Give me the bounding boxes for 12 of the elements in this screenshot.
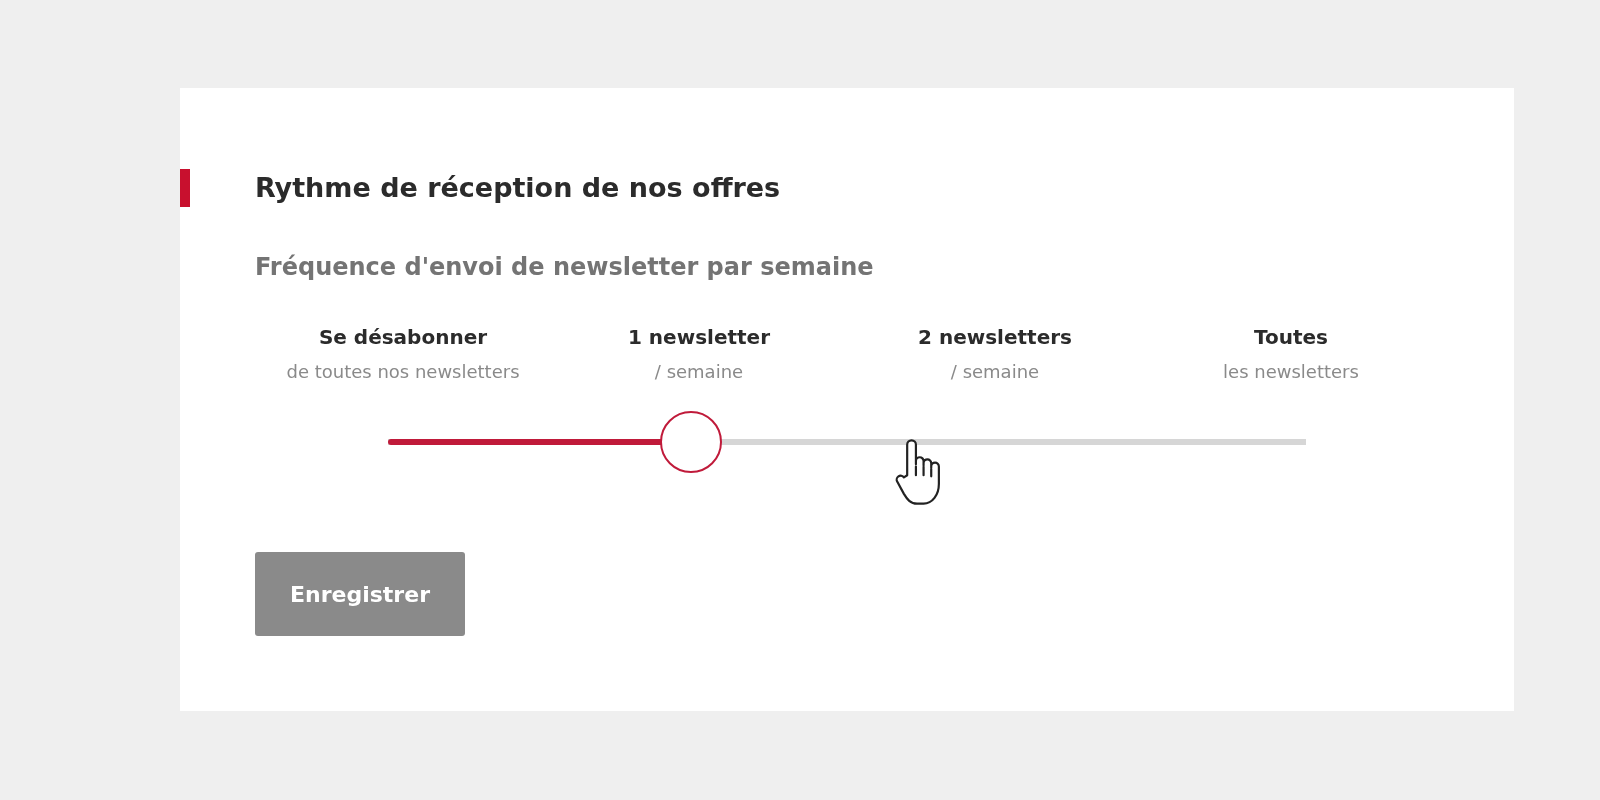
option-caption: les newsletters <box>1223 360 1359 384</box>
option-label: 1 newsletter <box>628 324 770 350</box>
accent-bar <box>180 169 190 207</box>
option-label: 2 newsletters <box>918 324 1072 350</box>
option-caption: / semaine <box>950 360 1040 384</box>
section-title: Rythme de réception de nos offres <box>255 171 781 205</box>
section-subtitle: Fréquence d'envoi de newsletter par semaine <box>255 252 874 283</box>
hand-pointer-icon <box>893 439 943 505</box>
option-caption: / semaine <box>654 360 744 384</box>
option-caption: de toutes nos newsletters <box>286 360 520 384</box>
option-label: Se désabonner <box>318 324 488 350</box>
option-label: Toutes <box>1254 324 1328 350</box>
